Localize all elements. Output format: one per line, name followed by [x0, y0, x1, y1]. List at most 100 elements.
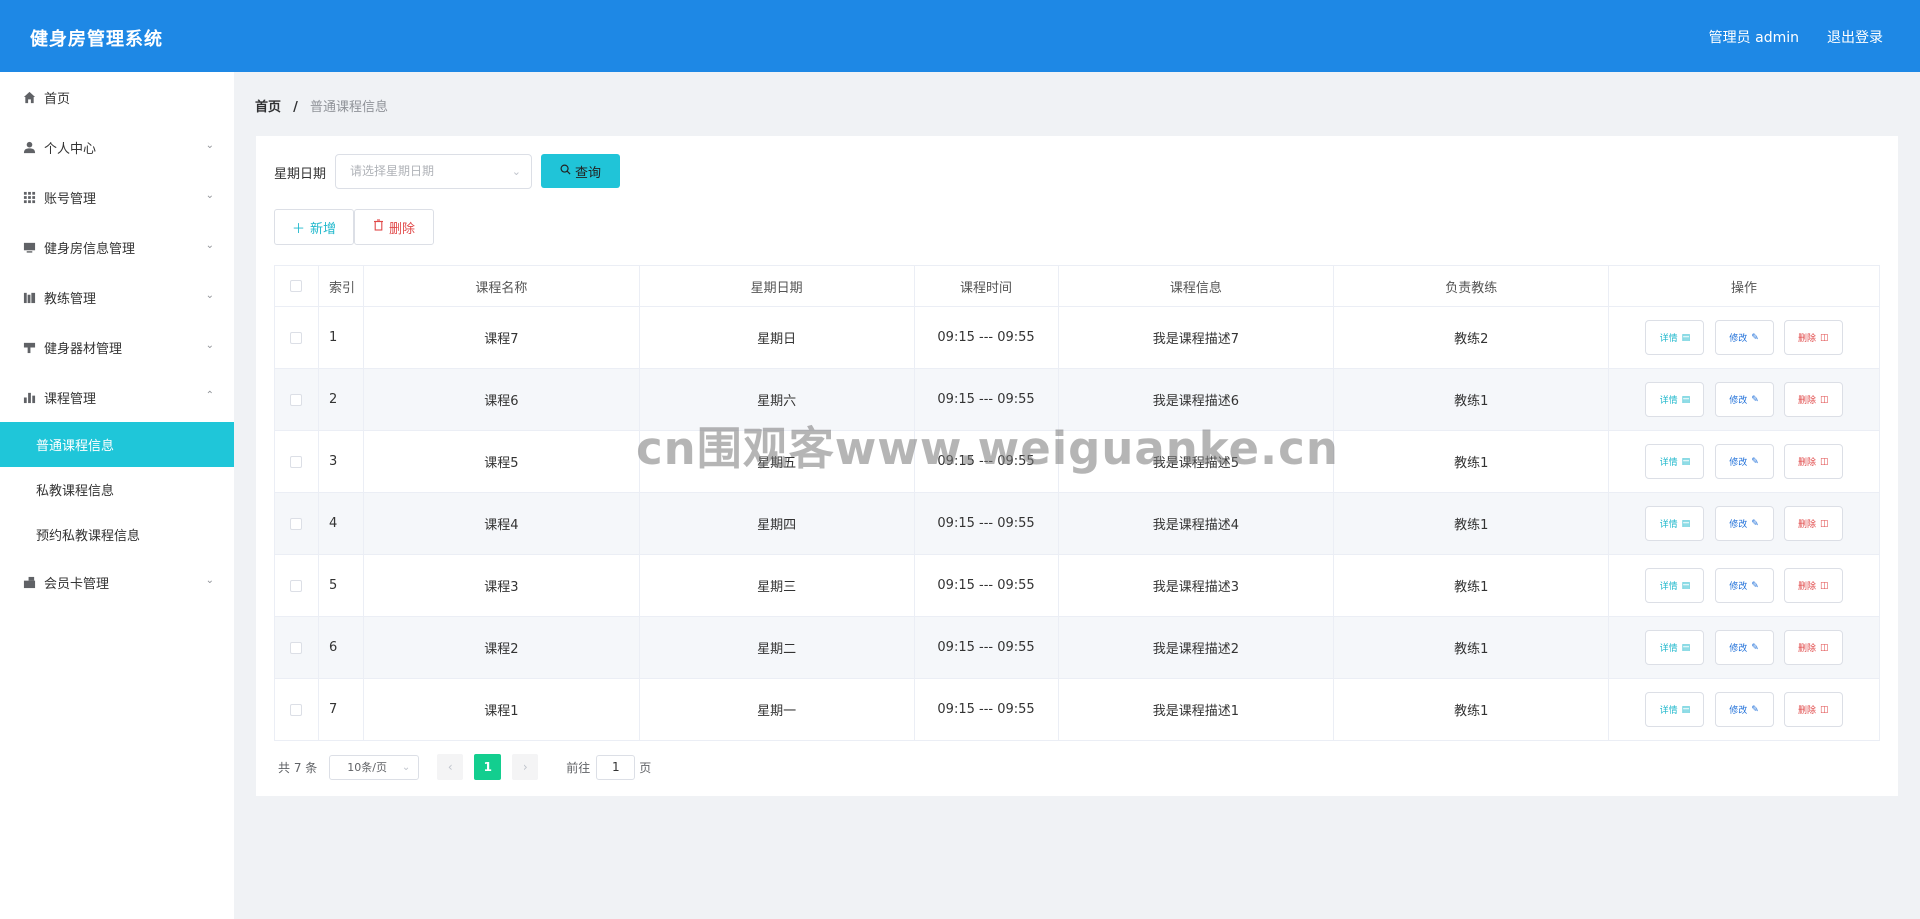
delete-button-label: 删除 [1797, 582, 1816, 592]
delete-button[interactable]: 删除 ◫ [1783, 630, 1843, 665]
cell-actions: 详情 ▤ 修改 ✎ 删除 ◫ [1608, 678, 1880, 741]
sidebar-item-account[interactable]: 账号管理 ⌄ [0, 172, 234, 222]
submenu-item-private-course[interactable]: 私教课程信息 [0, 467, 234, 512]
sidebar-item-label: 首页 [44, 91, 71, 107]
edit-icon: ✎ [1751, 704, 1759, 715]
delete-button[interactable]: 删除 ◫ [1783, 444, 1843, 479]
cell-coach: 教练1 [1333, 678, 1610, 741]
delete-button[interactable]: 删除 ◫ [1783, 692, 1843, 727]
detail-button[interactable]: 详情 ▤ [1645, 568, 1705, 603]
row-checkbox[interactable] [290, 517, 303, 530]
cell-actions: 详情 ▤ 修改 ✎ 删除 ◫ [1608, 492, 1880, 555]
goto-label: 前往 [566, 760, 591, 775]
delete-button-label: 删除 [1797, 396, 1816, 406]
monitor-icon [22, 240, 36, 254]
submenu-item-regular-course[interactable]: 普通课程信息 [0, 422, 234, 467]
trash-icon: ◫ [1819, 332, 1829, 343]
row-checkbox[interactable] [290, 455, 303, 468]
edit-button[interactable]: 修改 ✎ [1714, 320, 1774, 355]
table-row: 1 课程7 星期日 09:15 --- 09:55 我是课程描述7 教练2 详情… [274, 306, 1880, 369]
cell-name: 课程5 [363, 430, 640, 493]
detail-button[interactable]: 详情 ▤ [1645, 630, 1705, 665]
edit-button-label: 修改 [1729, 582, 1748, 592]
page-number-button[interactable]: 1 [474, 754, 502, 780]
edit-button[interactable]: 修改 ✎ [1714, 568, 1774, 603]
delete-button[interactable]: 删除 ◫ [1783, 568, 1843, 603]
current-user[interactable]: 管理员 admin [1709, 27, 1799, 47]
select-all-checkbox[interactable] [290, 280, 303, 292]
detail-button[interactable]: 详情 ▤ [1645, 382, 1705, 417]
page-size-select[interactable]: 10条/页 ⌄ [329, 754, 420, 780]
row-checkbox[interactable] [290, 641, 303, 654]
sidebar-item-personal-center[interactable]: 个人中心 ⌄ [0, 122, 234, 172]
detail-button[interactable]: 详情 ▤ [1645, 506, 1705, 541]
table-row: 7 课程1 星期一 09:15 --- 09:55 我是课程描述1 教练1 详情… [274, 678, 1880, 741]
delete-button-label: 删除 [1797, 644, 1816, 654]
delete-button-label: 删除 [1797, 334, 1816, 344]
detail-button[interactable]: 详情 ▤ [1645, 320, 1705, 355]
chevron-up-icon: ⌃ [205, 390, 214, 401]
next-page-button[interactable]: › [512, 754, 539, 780]
edit-button[interactable]: 修改 ✎ [1714, 630, 1774, 665]
card-icon [22, 575, 36, 589]
cell-time: 09:15 --- 09:55 [914, 306, 1059, 369]
delete-button[interactable]: 删除 ◫ [1783, 506, 1843, 541]
row-checkbox[interactable] [290, 579, 303, 592]
table-row: 2 课程6 星期六 09:15 --- 09:55 我是课程描述6 教练1 详情… [274, 368, 1880, 431]
detail-button-label: 详情 [1659, 396, 1678, 406]
row-checkbox[interactable] [290, 393, 303, 406]
table-row: 5 课程3 星期三 09:15 --- 09:55 我是课程描述3 教练1 详情… [274, 554, 1880, 617]
sidebar-item-membership-card[interactable]: 会员卡管理 ⌄ [0, 557, 234, 607]
cell-name: 课程2 [363, 616, 640, 679]
detail-button[interactable]: 详情 ▤ [1645, 692, 1705, 727]
column-header-info: 课程信息 [1058, 265, 1335, 307]
cell-time: 09:15 --- 09:55 [914, 492, 1059, 555]
cell-name: 课程1 [363, 678, 640, 741]
sidebar-item-label: 健身房信息管理 [44, 241, 136, 257]
delete-button-label: 删除 [1797, 706, 1816, 716]
content-card: 星期日期 请选择星期日期 ⌄ 查询 ＋ 新增 删除 索引 课程名称 星期日期 课… [256, 136, 1898, 796]
delete-button[interactable]: 删除 ◫ [1783, 382, 1843, 417]
weekday-select[interactable]: 请选择星期日期 ⌄ [335, 154, 532, 189]
cell-coach: 教练1 [1333, 616, 1610, 679]
trash-icon: ◫ [1819, 518, 1829, 529]
detail-button-label: 详情 [1659, 582, 1678, 592]
cell-index: 2 [318, 368, 364, 431]
logout-link[interactable]: 退出登录 [1827, 27, 1883, 47]
submenu-item-book-private-course[interactable]: 预约私教课程信息 [0, 512, 234, 557]
sidebar-item-equipment[interactable]: 健身器材管理 ⌄ [0, 322, 234, 372]
prev-page-button[interactable]: ‹ [437, 754, 464, 780]
plus-icon: ＋ [291, 221, 305, 237]
sidebar-item-label: 个人中心 [44, 141, 97, 157]
edit-button[interactable]: 修改 ✎ [1714, 692, 1774, 727]
add-button[interactable]: ＋ 新增 [274, 209, 354, 245]
cell-name: 课程4 [363, 492, 640, 555]
breadcrumb-home[interactable]: 首页 [255, 100, 281, 115]
query-button[interactable]: 查询 [541, 154, 620, 188]
breadcrumb: 首页 / 普通课程信息 [255, 96, 388, 115]
search-label: 星期日期 [274, 167, 327, 182]
sidebar-item-gym-info[interactable]: 健身房信息管理 ⌄ [0, 222, 234, 272]
cell-coach: 教练2 [1333, 306, 1610, 369]
row-checkbox[interactable] [290, 331, 303, 344]
goto-page-input[interactable]: 1 [596, 754, 636, 780]
chart-icon [22, 390, 36, 404]
sidebar-item-home[interactable]: 首页 [0, 72, 234, 122]
cell-index: 5 [318, 554, 364, 617]
sidebar-item-coach[interactable]: 教练管理 ⌄ [0, 272, 234, 322]
edit-button[interactable]: 修改 ✎ [1714, 506, 1774, 541]
edit-button[interactable]: 修改 ✎ [1714, 444, 1774, 479]
edit-button[interactable]: 修改 ✎ [1714, 382, 1774, 417]
detail-button[interactable]: 详情 ▤ [1645, 444, 1705, 479]
cell-index: 3 [318, 430, 364, 493]
cell-actions: 详情 ▤ 修改 ✎ 删除 ◫ [1608, 430, 1880, 493]
column-header-time: 课程时间 [914, 265, 1059, 307]
cell-name: 课程7 [363, 306, 640, 369]
batch-delete-button[interactable]: 删除 [354, 209, 434, 245]
table-row: 6 课程2 星期二 09:15 --- 09:55 我是课程描述2 教练1 详情… [274, 616, 1880, 679]
cell-info: 我是课程描述1 [1058, 678, 1335, 741]
cell-info: 我是课程描述4 [1058, 492, 1335, 555]
row-checkbox[interactable] [290, 703, 303, 716]
sidebar-item-course[interactable]: 课程管理 ⌃ [0, 372, 234, 422]
delete-button[interactable]: 删除 ◫ [1783, 320, 1843, 355]
